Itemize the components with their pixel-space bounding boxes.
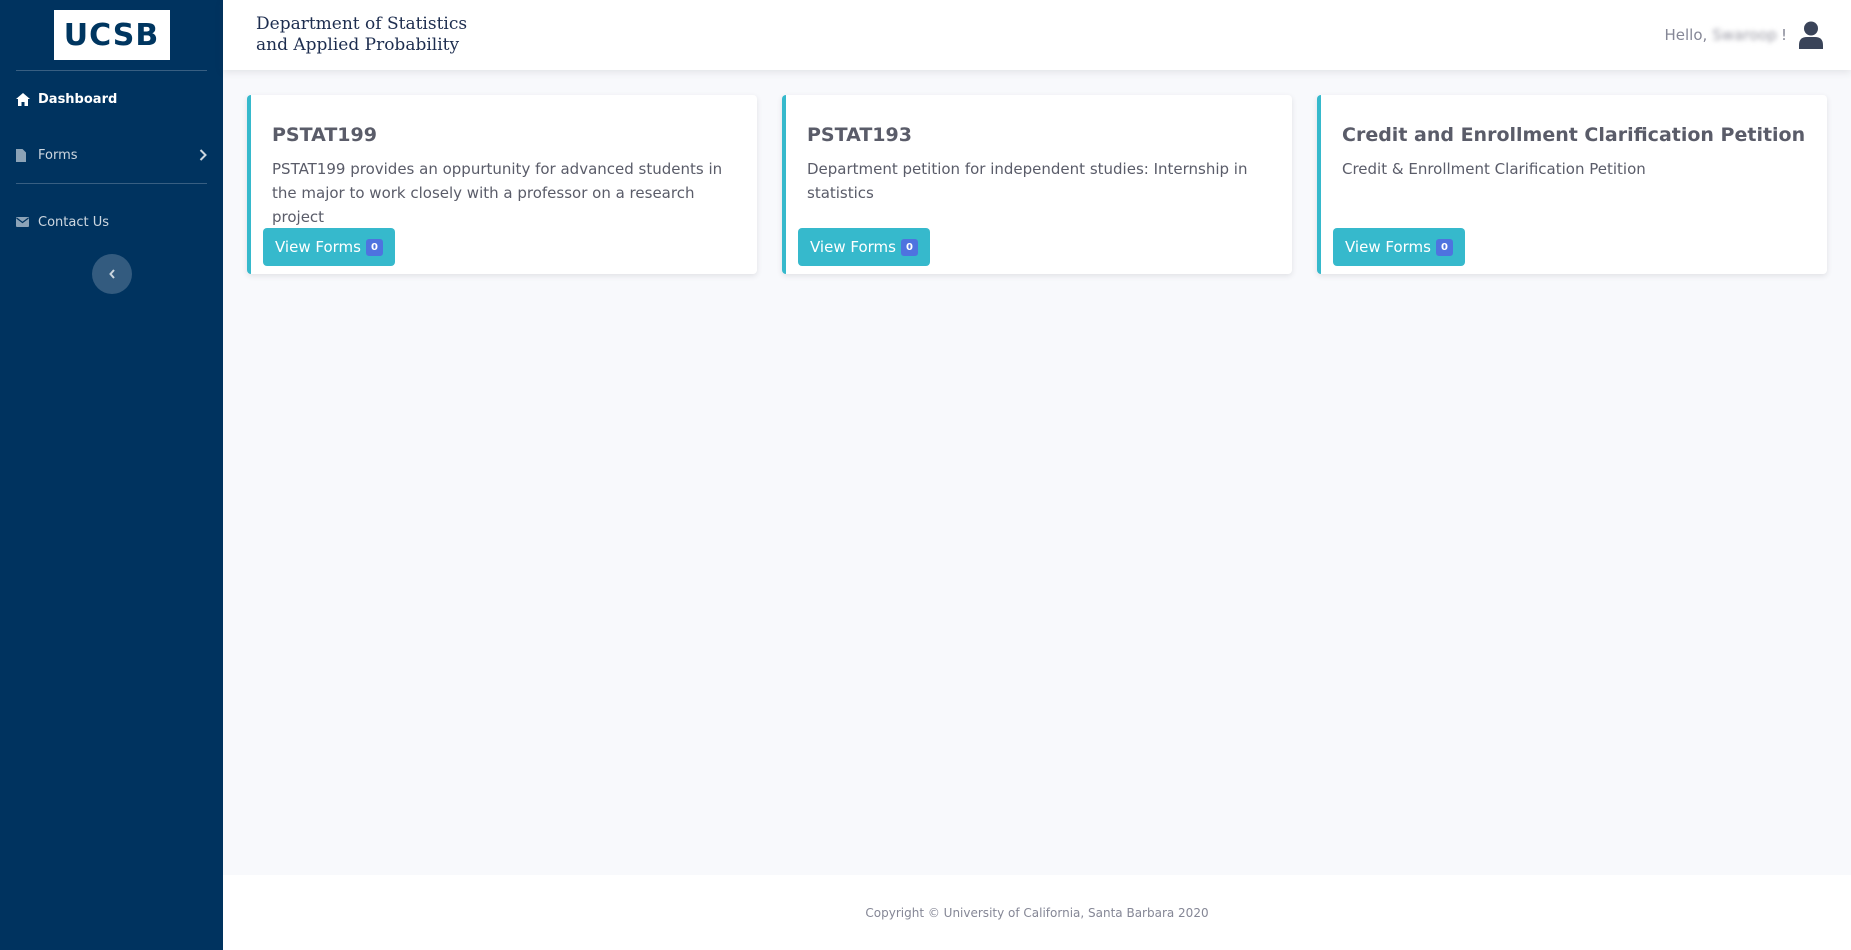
department-title: Department of Statistics and Applied Pro… xyxy=(256,14,467,56)
user-avatar-icon[interactable] xyxy=(1799,21,1823,49)
form-count-badge: 0 xyxy=(365,238,383,256)
sidebar-item-forms[interactable]: Forms xyxy=(0,127,223,183)
form-card-pstat193: PSTAT193 Department petition for indepen… xyxy=(782,95,1292,274)
chevron-left-icon xyxy=(108,265,116,284)
card-description: Credit & Enrollment Clarification Petiti… xyxy=(1342,160,1646,178)
form-count-badge: 0 xyxy=(900,238,918,256)
sidebar: UCSB Dashboard Forms Contact Us xyxy=(0,0,223,950)
brand-text: UCSB xyxy=(63,17,160,53)
main-content: PSTAT199 PSTAT199 provides an oppurtunit… xyxy=(223,70,1851,875)
form-card-pstat199: PSTAT199 PSTAT199 provides an oppurtunit… xyxy=(247,95,757,274)
form-count-badge: 0 xyxy=(1435,238,1453,256)
view-forms-button[interactable]: View Forms 0 xyxy=(798,228,930,266)
button-label: View Forms xyxy=(1345,238,1431,256)
user-menu[interactable]: Hello, Swaroop ! xyxy=(1664,21,1823,49)
card-title: PSTAT193 xyxy=(807,124,912,146)
sidebar-toggle-button[interactable] xyxy=(91,254,132,294)
card-title: Credit and Enrollment Clarification Peti… xyxy=(1342,124,1806,146)
ucsb-logo[interactable]: UCSB xyxy=(53,10,170,60)
button-label: View Forms xyxy=(275,238,361,256)
home-icon xyxy=(16,92,38,106)
view-forms-button[interactable]: View Forms 0 xyxy=(263,228,395,266)
sidebar-item-label: Dashboard xyxy=(38,91,118,107)
chevron-right-icon xyxy=(199,149,207,161)
footer: Copyright © University of California, Sa… xyxy=(223,875,1851,950)
card-title: PSTAT199 xyxy=(272,124,377,146)
user-name: Swaroop xyxy=(1712,26,1777,44)
greeting-exclaim: ! xyxy=(1780,26,1787,44)
copyright-text: Copyright © University of California, Sa… xyxy=(865,905,1209,920)
card-description: Department petition for independent stud… xyxy=(807,160,1248,202)
envelope-icon xyxy=(16,217,38,227)
department-title-line2: and Applied Probability xyxy=(256,35,460,55)
sidebar-brand[interactable]: UCSB xyxy=(0,0,223,70)
sidebar-toggle-wrap xyxy=(0,242,223,294)
greeting-text: Hello, xyxy=(1664,26,1708,44)
department-title-line1: Department of Statistics xyxy=(256,14,468,34)
button-label: View Forms xyxy=(810,238,896,256)
view-forms-button[interactable]: View Forms 0 xyxy=(1333,228,1465,266)
file-icon xyxy=(16,148,38,162)
form-card-credit-enrollment: Credit and Enrollment Clarification Peti… xyxy=(1317,95,1827,274)
card-description: PSTAT199 provides an oppurtunity for adv… xyxy=(272,160,723,226)
sidebar-item-contact-us[interactable]: Contact Us xyxy=(0,202,223,242)
sidebar-item-label: Forms xyxy=(38,147,78,163)
topbar: Department of Statistics and Applied Pro… xyxy=(223,0,1851,70)
sidebar-item-label: Contact Us xyxy=(38,214,109,230)
sidebar-item-dashboard[interactable]: Dashboard xyxy=(0,71,223,127)
